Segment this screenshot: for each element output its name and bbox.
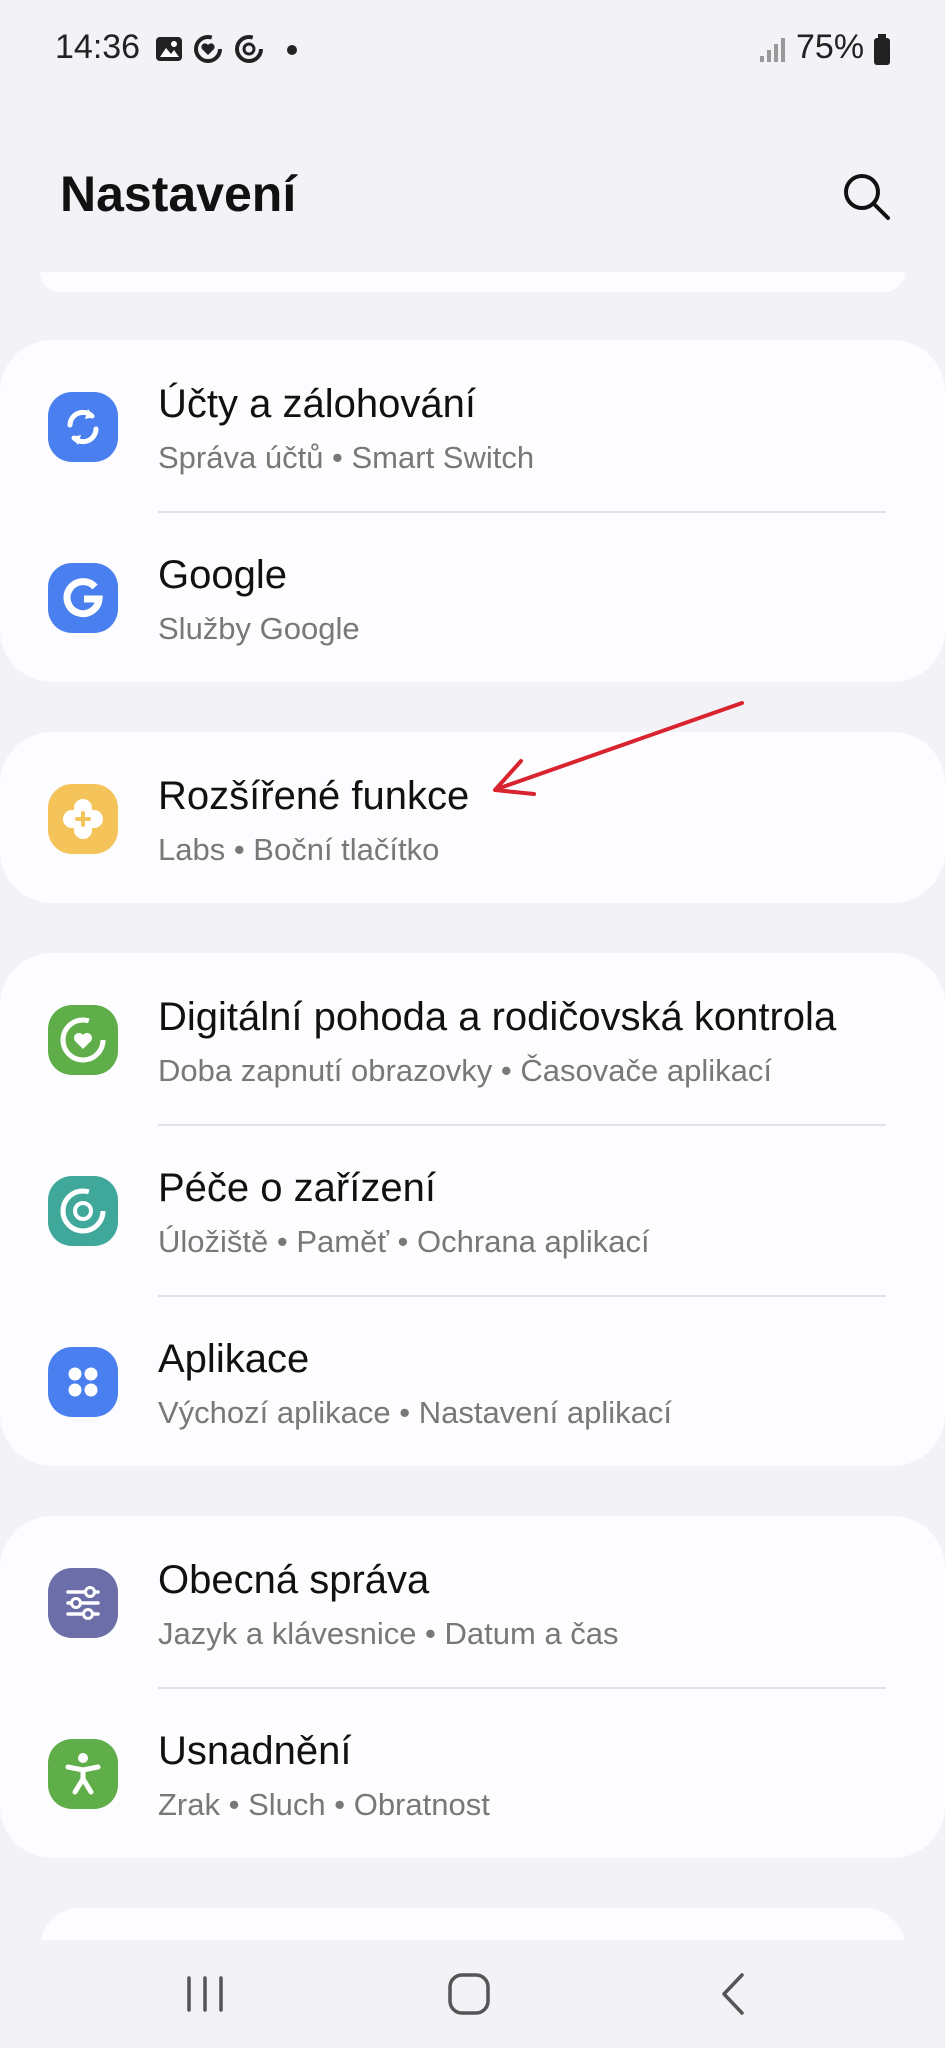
settings-group: Digitální pohoda a rodičovská kontrola D… (0, 953, 945, 1466)
device-care-icon (48, 1176, 118, 1246)
item-subtitle: Správa účtů • Smart Switch (158, 440, 535, 475)
google-icon (48, 563, 118, 633)
scrolled-card-edge (40, 272, 905, 292)
general-management-icon (48, 1568, 118, 1638)
item-subtitle: Úložiště • Paměť • Ochrana aplikací (158, 1224, 650, 1259)
apps-icon (48, 1347, 118, 1417)
advanced-features-icon (48, 784, 118, 854)
digital-wellbeing-icon (194, 35, 222, 63)
item-title: Péče o zařízení (158, 1166, 436, 1210)
status-bar: 14:36 75% (0, 0, 945, 100)
item-subtitle: Zrak • Sluch • Obratnost (158, 1787, 490, 1822)
item-title: Aplikace (158, 1337, 310, 1381)
item-title: Usnadnění (158, 1729, 352, 1773)
accessibility-icon (48, 1739, 118, 1809)
settings-item-digital-wellbeing[interactable]: Digitální pohoda a rodičovská kontrola D… (0, 953, 945, 1124)
search-icon[interactable] (838, 168, 894, 224)
settings-item-apps[interactable]: Aplikace Výchozí aplikace • Nastavení ap… (0, 1295, 945, 1466)
battery-percent: 75% (796, 28, 865, 66)
settings-item-device-care[interactable]: Péče o zařízení Úložiště • Paměť • Ochra… (0, 1124, 945, 1295)
settings-item-accessibility[interactable]: Usnadnění Zrak • Sluch • Obratnost (0, 1687, 945, 1858)
digital-wellbeing-icon (48, 1005, 118, 1075)
settings-group: Účty a zálohování Správa účtů • Smart Sw… (0, 340, 945, 682)
notification-dot (287, 45, 297, 55)
settings-item-accounts[interactable]: Účty a zálohování Správa účtů • Smart Sw… (0, 340, 945, 511)
item-subtitle: Výchozí aplikace • Nastavení aplikací (158, 1395, 672, 1430)
item-title: Rozšířené funkce (158, 774, 470, 818)
settings-item-general-management[interactable]: Obecná správa Jazyk a klávesnice • Datum… (0, 1516, 945, 1687)
battery-icon (874, 34, 890, 65)
settings-item-advanced-features[interactable]: Rozšířené funkce Labs • Boční tlačítko (0, 732, 945, 903)
clock: 14:36 (55, 28, 141, 66)
item-subtitle: Služby Google (158, 611, 360, 646)
item-subtitle: Jazyk a klávesnice • Datum a čas (158, 1616, 619, 1651)
back-button[interactable] (694, 1962, 774, 2026)
item-subtitle: Doba zapnutí obrazovky • Časovače aplika… (158, 1053, 772, 1088)
signal-icon (760, 38, 785, 62)
device-care-icon (235, 35, 263, 63)
settings-group: Rozšířené funkce Labs • Boční tlačítko (0, 732, 945, 903)
sync-icon (48, 392, 118, 462)
settings-item-google[interactable]: Google Služby Google (0, 511, 945, 682)
recents-button[interactable] (165, 1962, 245, 2026)
item-title: Obecná správa (158, 1558, 430, 1602)
item-title: Google (158, 553, 287, 597)
page-title: Nastavení (60, 166, 297, 222)
home-button[interactable] (429, 1962, 509, 2026)
navigation-bar (0, 1940, 945, 2048)
gallery-icon (156, 37, 182, 61)
item-subtitle: Labs • Boční tlačítko (158, 832, 440, 867)
item-title: Účty a zálohování (158, 382, 476, 426)
settings-group: Obecná správa Jazyk a klávesnice • Datum… (0, 1516, 945, 1858)
item-title: Digitální pohoda a rodičovská kontrola (158, 995, 837, 1039)
